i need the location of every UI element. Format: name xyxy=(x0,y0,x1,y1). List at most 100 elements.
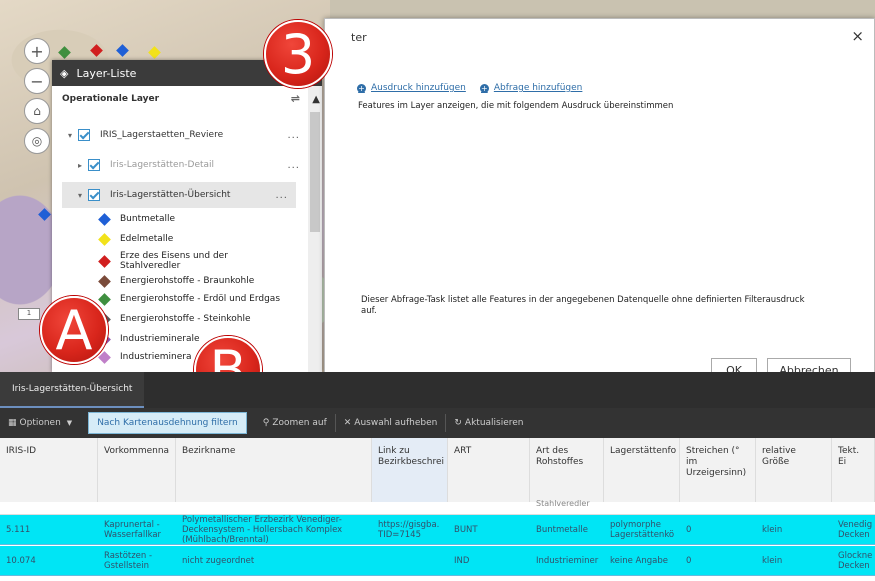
add-query-link[interactable]: + Abfrage hinzufügen xyxy=(479,83,583,93)
plus-icon: + xyxy=(479,83,489,93)
annotation-badge-a: A xyxy=(40,296,108,364)
dialog-title: ter xyxy=(351,31,367,44)
table-cell: keine Angabe xyxy=(610,556,668,566)
legend-item: Erze des Eisens und der Stahlveredler xyxy=(98,251,228,271)
filter-extent-button[interactable]: Nach Kartenausdehnung filtern xyxy=(88,412,247,434)
table-row[interactable]: Stahlveredler xyxy=(0,499,875,515)
legend-label: Buntmetalle xyxy=(120,214,175,224)
legend-item: Energierohstoffe - Steinkohle xyxy=(98,312,251,326)
map-feature-marker[interactable] xyxy=(90,44,103,57)
table-cell: 0 xyxy=(686,556,692,566)
column-header[interactable]: ART xyxy=(448,438,530,502)
legend-label: Industrieminera xyxy=(120,352,192,362)
legend-item: Industrieminera xyxy=(98,350,192,364)
legend-item: Edelmetalle xyxy=(98,232,173,246)
column-header[interactable]: IRIS-ID xyxy=(0,438,98,502)
home-button[interactable]: ⌂ xyxy=(24,98,50,124)
sort-icon[interactable]: ⇌ xyxy=(291,92,300,105)
chevron-down-icon: ▼ xyxy=(66,419,73,427)
table-row[interactable]: 10.074 Rastötzen - Gstellstein nicht zug… xyxy=(0,546,875,576)
layer-checkbox[interactable] xyxy=(88,159,100,171)
column-header[interactable]: Tekt. Ei xyxy=(832,438,875,502)
add-expression-label: Ausdruck hinzufügen xyxy=(371,83,466,93)
layer-menu-icon[interactable]: ... xyxy=(275,190,288,201)
map-feature-marker[interactable] xyxy=(148,46,161,59)
table-cell: Buntmetalle xyxy=(536,525,588,535)
expand-caret-icon[interactable]: ▾ xyxy=(78,191,88,200)
layer-menu-icon[interactable]: ... xyxy=(287,130,300,141)
table-cell: Kaprunertal - Wasserfallkar xyxy=(104,520,162,540)
column-header[interactable]: Streichen (° im Urzeigersinn) xyxy=(680,438,756,502)
diamond-icon xyxy=(98,350,111,364)
layer-row-uebersicht[interactable]: ▾ Iris-Lagerstätten-Übersicht ... xyxy=(62,182,296,208)
legend-label-line2: Stahlveredler xyxy=(120,261,181,271)
legend-label: Industrieminerale xyxy=(120,334,200,344)
home-icon: ⌂ xyxy=(33,104,41,118)
layer-menu-icon[interactable]: ... xyxy=(287,160,300,171)
scrollbar-thumb[interactable] xyxy=(310,112,320,232)
column-header[interactable]: Bezirkname xyxy=(176,438,372,502)
zoom-out-button[interactable]: − xyxy=(24,68,50,94)
add-expression-link[interactable]: + Ausdruck hinzufügen xyxy=(357,83,466,93)
table-cell: klein xyxy=(762,556,783,566)
scale-indicator: 1 xyxy=(18,308,40,320)
tab-iris-uebersicht[interactable]: Iris-Lagerstätten-Übersicht xyxy=(0,372,145,408)
scale-label: 1 xyxy=(26,309,32,317)
column-header[interactable]: relative Größe xyxy=(756,438,832,502)
legend-item: Industrieminerale xyxy=(98,332,200,346)
table-cell[interactable]: https://gisgba. TID=7145 xyxy=(372,515,448,545)
layer-checkbox[interactable] xyxy=(88,189,100,201)
clear-selection-label: Auswahl aufheben xyxy=(354,418,438,428)
layer-checkbox[interactable] xyxy=(78,129,90,141)
attribute-table-panel: Iris-Lagerstätten-Übersicht ▦ Optionen ▼ N… xyxy=(0,372,875,581)
clear-selection-button[interactable]: ✕ Auswahl aufheben xyxy=(336,412,446,434)
diamond-icon xyxy=(98,212,111,226)
scroll-up-icon[interactable]: ▲ xyxy=(312,94,320,105)
locate-icon: ◎ xyxy=(31,134,43,148)
annotation-badge-3: 3 xyxy=(264,20,332,88)
diamond-icon xyxy=(98,274,111,288)
table-cell: klein xyxy=(762,525,783,535)
zoom-to-label: Zoomen auf xyxy=(272,418,327,428)
table-row[interactable]: 5.111 Kaprunertal - Wasserfallkar Polyme… xyxy=(0,515,875,545)
refresh-button[interactable]: ↻ Aktualisieren xyxy=(446,412,531,434)
legend-label: Energierohstoffe - Braunkohle xyxy=(120,276,255,286)
locate-button[interactable]: ◎ xyxy=(24,128,50,154)
dialog-actions: + Ausdruck hinzufügen + Abfrage hinzufügen xyxy=(357,83,582,93)
table-cell[interactable] xyxy=(372,546,448,576)
table-cell: 5.111 xyxy=(6,525,31,535)
column-header[interactable]: Art des Rohstoffes xyxy=(530,438,604,502)
diamond-icon xyxy=(98,292,111,306)
layer-row-detail[interactable]: ▸ Iris-Lagerstätten-Detail ... xyxy=(52,152,308,178)
map-feature-marker[interactable] xyxy=(58,46,71,59)
zoom-to-button[interactable]: ⚲ Zoomen auf xyxy=(255,412,335,434)
filter-dialog: ter × + Ausdruck hinzufügen + Abfrage hinz… xyxy=(324,18,875,391)
expand-caret-icon[interactable]: ▾ xyxy=(68,131,78,140)
add-query-label: Abfrage hinzufügen xyxy=(493,83,583,93)
legend-item: Buntmetalle xyxy=(98,212,175,226)
location-pin-icon: ⚲ xyxy=(262,418,270,428)
table-cell: Glockne Decken xyxy=(838,551,873,571)
table-cell: polymorphe Lagerstättenkö xyxy=(610,520,675,540)
options-button[interactable]: ▦ Optionen ▼ xyxy=(0,412,80,434)
layer-row-reviere[interactable]: ▾ IRIS_Lagerstaetten_Reviere ... xyxy=(52,122,308,148)
map-feature-marker[interactable] xyxy=(38,208,51,221)
column-header[interactable]: Lagerstättenfo xyxy=(604,438,680,502)
diamond-icon xyxy=(98,232,111,246)
table-cell: Stahlveredler xyxy=(536,499,590,508)
table-toolbar: ▦ Optionen ▼ Nach Kartenausdehnung filtern… xyxy=(0,408,875,438)
map-feature-marker[interactable] xyxy=(116,44,129,57)
legend-label: Energierohstoffe - Steinkohle xyxy=(120,314,251,324)
zoom-in-button[interactable]: + xyxy=(24,38,50,64)
table-cell: Polymetallischer Erzbezirk Venediger-Dec… xyxy=(182,515,343,545)
attribute-grid: IRIS-ID Vorkommenna Bezirkname Link zu B… xyxy=(0,438,875,581)
legend-label: Erze des Eisens und der Stahlveredler xyxy=(120,251,228,271)
expand-caret-icon[interactable]: ▸ xyxy=(78,161,88,170)
column-header[interactable]: Vorkommenna xyxy=(98,438,176,502)
column-header[interactable]: Link zu Bezirkbeschrei xyxy=(372,438,448,502)
close-icon: ✕ xyxy=(343,418,352,428)
close-icon[interactable]: × xyxy=(851,27,864,45)
zoom-out-icon: − xyxy=(30,71,44,91)
legend-item: Energierohstoffe - Erdöl und Erdgas xyxy=(98,292,280,306)
grid-icon: ▦ xyxy=(8,418,17,428)
